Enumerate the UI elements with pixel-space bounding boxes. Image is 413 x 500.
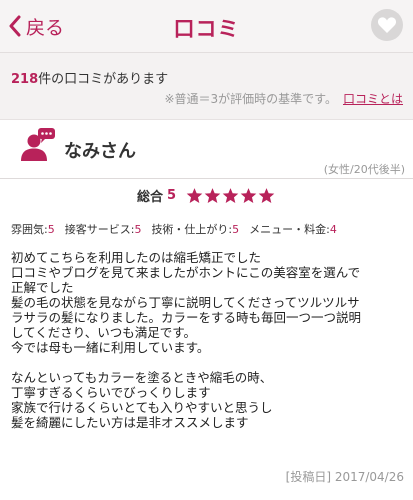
sub-rating-item: メニュー・料金:4: [249, 221, 337, 237]
review-count: 218: [11, 72, 39, 87]
about-reviews-link[interactable]: 口コミとは: [343, 90, 403, 107]
criteria-line: ※普通＝3が評価時の基準です。 口コミとは: [164, 90, 403, 107]
sub-ratings: 雰囲気:5 接客サービス:5 技術・仕上がり:5 メニュー・料金:4: [11, 221, 347, 237]
favorite-button[interactable]: [371, 9, 403, 41]
sub-rating-value: 5: [232, 223, 240, 236]
sub-rating-label: 技術・仕上がり:: [151, 223, 233, 236]
divider: [0, 178, 413, 179]
user-comment-icon: [21, 128, 55, 161]
review-line: 初めてこちらを利用したのは縮毛矯正でした: [11, 250, 262, 265]
star-icon: [204, 187, 221, 204]
overall-label: 総合: [136, 190, 163, 205]
sub-rating-item: 技術・仕上がり:5: [151, 221, 239, 237]
sub-rating-value: 5: [134, 223, 142, 236]
review-line: 丁寧すぎるくらいでびっくりします: [11, 385, 211, 400]
sub-rating-label: 雰囲気:: [11, 223, 48, 236]
overall-rating: 総合 5: [0, 186, 413, 205]
header-bar: 戻る 口コミ: [0, 0, 413, 53]
star-rating: [186, 187, 276, 204]
review-paragraph: 初めてこちらを利用したのは縮毛矯正でした 口コミやブログを見て来ましたがホントにこ…: [11, 250, 407, 355]
review-line: 正解でした: [11, 280, 74, 295]
review-line: してくださり、いつも満足です。: [11, 325, 197, 340]
review-count-suffix: 件の口コミがあります: [38, 72, 169, 87]
review-count-line: 218件の口コミがあります: [11, 68, 168, 87]
heart-icon: [377, 17, 397, 33]
review-text: 初めてこちらを利用したのは縮毛矯正でした 口コミやブログを見て来ましたがホントにこ…: [11, 250, 407, 445]
star-icon: [240, 187, 257, 204]
post-date: [投稿日] 2017/04/26: [285, 470, 404, 484]
sub-rating-item: 接客サービス:5: [65, 221, 142, 237]
sub-rating-label: メニュー・料金:: [249, 223, 330, 236]
review-summary: 218件の口コミがあります ※普通＝3が評価時の基準です。 口コミとは: [0, 53, 413, 120]
star-icon: [222, 187, 239, 204]
review-line: なんといってもカラーを塗るときや縮毛の時、: [11, 370, 273, 385]
review-line: 口コミやブログを見て来ましたがホントにこの美容室を選んで: [11, 265, 361, 280]
review-paragraph: なんといってもカラーを塗るときや縮毛の時、 丁寧すぎるくらいでびっくりします 家族で…: [11, 370, 407, 430]
star-icon: [258, 187, 275, 204]
reviewer-name: なみさん: [64, 141, 136, 162]
review-line: 今では母も一緒に利用しています。: [11, 340, 210, 355]
sub-rating-item: 雰囲気:5: [11, 221, 55, 237]
sub-rating-value: 5: [47, 223, 55, 236]
review-line: 家族で行けるくらいとても入りやすいと思うし: [11, 400, 273, 415]
overall-score: 5: [166, 188, 177, 203]
review-line: 髪を綺麗にしたい方は是非オススメします: [11, 415, 249, 430]
review-line: ラサラの髪になりました。カラーをする時も毎回一つ一つ説明: [11, 310, 362, 325]
reviewer-demographic: (女性/20代後半): [323, 163, 405, 176]
page-title: 口コミ: [173, 17, 240, 41]
star-icon: [186, 187, 203, 204]
reviewer-header: なみさん (女性/20代後半): [0, 120, 413, 178]
review-line: 髪の毛の状態を見ながら丁寧に説明してくださってツルツルサ: [11, 295, 360, 310]
criteria-note: ※普通＝3が評価時の基準です。: [164, 92, 337, 106]
sub-rating-value: 4: [329, 223, 337, 236]
sub-rating-label: 接客サービス:: [64, 223, 135, 236]
